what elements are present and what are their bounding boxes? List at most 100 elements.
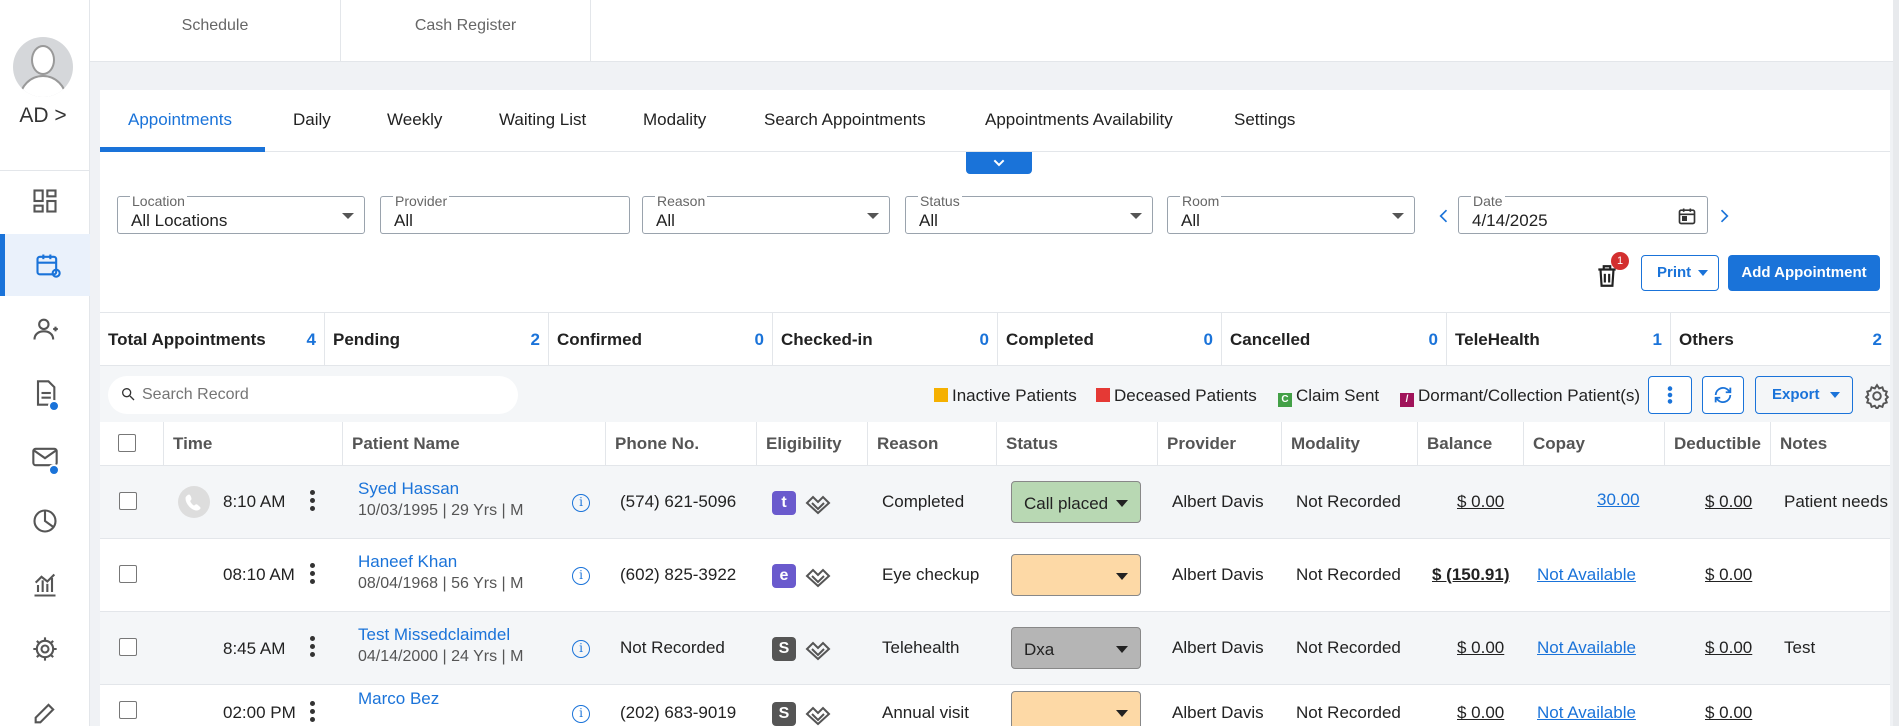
- info-icon[interactable]: i: [572, 705, 590, 723]
- patient-name-link[interactable]: Test Missedclaimdel: [358, 625, 510, 645]
- column-time[interactable]: Time: [164, 422, 343, 466]
- column-status[interactable]: Status: [997, 422, 1158, 466]
- table-row[interactable]: 08:10 AM Haneef Khan 08/04/1968 | 56 Yrs…: [100, 539, 1890, 612]
- row-checkbox[interactable]: [119, 565, 137, 583]
- insurance-icon[interactable]: [804, 702, 832, 726]
- info-icon[interactable]: i: [572, 640, 590, 658]
- deductible-link[interactable]: $ 0.00: [1705, 492, 1752, 512]
- column-provider[interactable]: Provider: [1158, 422, 1282, 466]
- row-menu-icon[interactable]: [310, 636, 316, 660]
- tab-settings[interactable]: Settings: [1206, 90, 1323, 152]
- edit-icon[interactable]: [0, 682, 90, 726]
- user-menu[interactable]: AD >: [0, 104, 86, 128]
- table-row[interactable]: 02:00 PM Marco Bez i (202) 683-9019 S An…: [100, 685, 1890, 726]
- document-icon[interactable]: [0, 362, 90, 424]
- patient-name-link[interactable]: Syed Hassan: [358, 479, 459, 499]
- collapse-filters-button[interactable]: [966, 152, 1032, 174]
- insurance-icon[interactable]: [804, 564, 832, 588]
- eligibility-badge[interactable]: S: [772, 702, 796, 726]
- tab-waiting-list[interactable]: Waiting List: [471, 90, 614, 152]
- balance-link[interactable]: $ 0.00: [1457, 492, 1504, 512]
- stat-telehealth[interactable]: TeleHealth 1: [1447, 313, 1671, 367]
- row-checkbox[interactable]: [119, 492, 137, 510]
- column-copay[interactable]: Copay: [1524, 422, 1665, 466]
- row-checkbox[interactable]: [119, 701, 137, 719]
- settings-icon[interactable]: [0, 618, 90, 680]
- stat-confirmed[interactable]: Confirmed 0: [549, 313, 773, 367]
- column-reason[interactable]: Reason: [868, 422, 997, 466]
- tab-modality[interactable]: Modality: [615, 90, 734, 152]
- export-button[interactable]: Export: [1755, 376, 1853, 414]
- status-dropdown[interactable]: [1011, 554, 1141, 596]
- mail-icon[interactable]: [0, 426, 90, 488]
- print-button[interactable]: Print: [1641, 255, 1719, 291]
- add-appointment-button[interactable]: Add Appointment: [1728, 255, 1880, 291]
- previous-date-button[interactable]: [1434, 206, 1454, 226]
- stat-checked-in[interactable]: Checked-in 0: [773, 313, 998, 367]
- column-deductible[interactable]: Deductible: [1665, 422, 1771, 466]
- calendar-icon[interactable]: [1677, 206, 1697, 226]
- room-select[interactable]: Room All: [1167, 194, 1415, 234]
- user-avatar[interactable]: [13, 37, 73, 97]
- deductible-link[interactable]: $ 0.00: [1705, 703, 1752, 723]
- eligibility-badge[interactable]: t: [772, 491, 796, 515]
- column-phone[interactable]: Phone No.: [606, 422, 757, 466]
- page-scrollbar[interactable]: [1893, 0, 1899, 726]
- search-input[interactable]: [142, 384, 502, 406]
- tab-schedule[interactable]: Schedule: [90, 0, 341, 62]
- stat-others[interactable]: Others 2: [1671, 313, 1890, 367]
- column-modality[interactable]: Modality: [1282, 422, 1418, 466]
- tab-cash-register[interactable]: Cash Register: [341, 0, 591, 62]
- table-row[interactable]: 8:45 AM Test Missedclaimdel 04/14/2000 |…: [100, 612, 1890, 685]
- table-row[interactable]: 8:10 AM Syed Hassan 10/03/1995 | 29 Yrs …: [100, 466, 1890, 539]
- status-dropdown[interactable]: Call placed: [1011, 481, 1141, 523]
- copay-link[interactable]: 30.00: [1597, 490, 1640, 510]
- balance-link[interactable]: $ 0.00: [1457, 638, 1504, 658]
- copay-link[interactable]: Not Available: [1537, 638, 1636, 658]
- copay-link[interactable]: Not Available: [1537, 703, 1636, 723]
- info-icon[interactable]: i: [572, 494, 590, 512]
- more-options-button[interactable]: [1648, 376, 1692, 414]
- date-picker[interactable]: Date 4/14/2025: [1458, 194, 1708, 234]
- patient-name-link[interactable]: Haneef Khan: [358, 552, 457, 572]
- deductible-link[interactable]: $ 0.00: [1705, 638, 1752, 658]
- add-user-icon[interactable]: [0, 298, 90, 360]
- location-select[interactable]: Location All Locations: [117, 194, 365, 234]
- row-menu-icon[interactable]: [310, 701, 316, 725]
- stat-pending[interactable]: Pending 2: [325, 313, 549, 367]
- copay-link[interactable]: Not Available: [1537, 565, 1636, 585]
- select-all-checkbox[interactable]: [118, 434, 136, 452]
- stat-completed[interactable]: Completed 0: [998, 313, 1222, 367]
- tab-search-appointments[interactable]: Search Appointments: [736, 90, 954, 152]
- stat-cancelled[interactable]: Cancelled 0: [1222, 313, 1447, 367]
- insurance-icon[interactable]: [804, 491, 832, 515]
- deductible-link[interactable]: $ 0.00: [1705, 565, 1752, 585]
- next-date-button[interactable]: [1714, 206, 1734, 226]
- reason-select[interactable]: Reason All: [642, 194, 890, 234]
- column-balance[interactable]: Balance: [1418, 422, 1524, 466]
- refresh-button[interactable]: [1702, 376, 1744, 414]
- row-menu-icon[interactable]: [310, 563, 316, 587]
- info-icon[interactable]: i: [572, 567, 590, 585]
- status-dropdown[interactable]: [1011, 691, 1141, 726]
- tab-appointments[interactable]: Appointments: [100, 90, 265, 152]
- column-settings-icon[interactable]: [1864, 383, 1890, 411]
- balance-link[interactable]: $ (150.91): [1432, 565, 1510, 585]
- column-patient-name[interactable]: Patient Name: [343, 422, 606, 466]
- calendar-icon[interactable]: [0, 234, 90, 296]
- stat-total[interactable]: Total Appointments 4: [100, 313, 325, 367]
- status-select[interactable]: Status All: [905, 194, 1153, 234]
- patient-name-link[interactable]: Marco Bez: [358, 689, 439, 709]
- analytics-icon[interactable]: [0, 554, 90, 616]
- tab-daily[interactable]: Daily: [265, 90, 359, 152]
- column-notes[interactable]: Notes: [1771, 422, 1890, 466]
- tab-weekly[interactable]: Weekly: [359, 90, 470, 152]
- dashboard-icon[interactable]: [0, 170, 90, 232]
- column-eligibility[interactable]: Eligibility: [757, 422, 868, 466]
- phone-call-icon[interactable]: [178, 486, 210, 518]
- insurance-icon[interactable]: [804, 637, 832, 661]
- balance-link[interactable]: $ 0.00: [1457, 703, 1504, 723]
- eligibility-badge[interactable]: e: [772, 564, 796, 588]
- eligibility-badge[interactable]: S: [772, 637, 796, 661]
- row-checkbox[interactable]: [119, 638, 137, 656]
